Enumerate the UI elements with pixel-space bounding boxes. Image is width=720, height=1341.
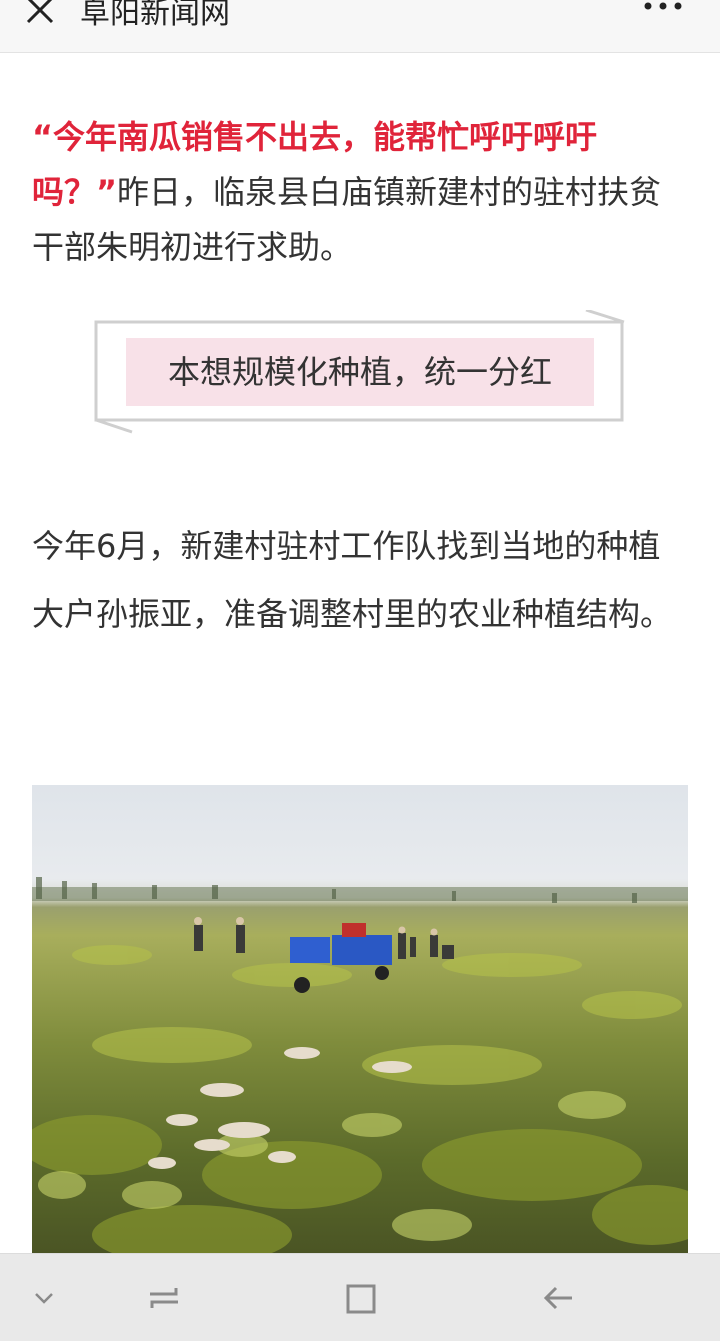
lead-paragraph: “今年南瓜销售不出去，能帮忙呼吁呼吁吗？”昨日，临泉县白庙镇新建村的驻村扶贫干部… [32,110,688,275]
page-title: 阜阳新闻网 [80,0,230,31]
pumpkin-field-photo[interactable] [32,785,688,1255]
body-paragraph: 今年6月，新建村驻村工作队找到当地的种植大户孙振亚，准备调整村里的农业种植结构。 [32,527,673,633]
section-subheading: 本想规模化种植，统一分红 [94,310,626,436]
top-bar: 阜阳新闻网 [0,0,720,53]
article-content: “今年南瓜销售不出去，能帮忙呼吁呼吁吗？”昨日，临泉县白庙镇新建村的驻村扶贫干部… [32,110,688,1255]
recent-apps-icon[interactable] [146,1280,182,1316]
system-nav-bar [0,1253,720,1341]
collapse-chevron-icon[interactable] [26,1280,62,1316]
home-square-icon[interactable] [342,1280,378,1316]
close-icon[interactable] [22,0,58,30]
lead-text: 昨日，临泉县白庙镇新建村的驻村扶贫干部朱明初进行求助。 [32,173,662,266]
more-dots-icon[interactable] [640,0,686,16]
subheading-label: 本想规模化种植，统一分红 [126,338,594,406]
back-arrow-icon[interactable] [540,1280,576,1316]
